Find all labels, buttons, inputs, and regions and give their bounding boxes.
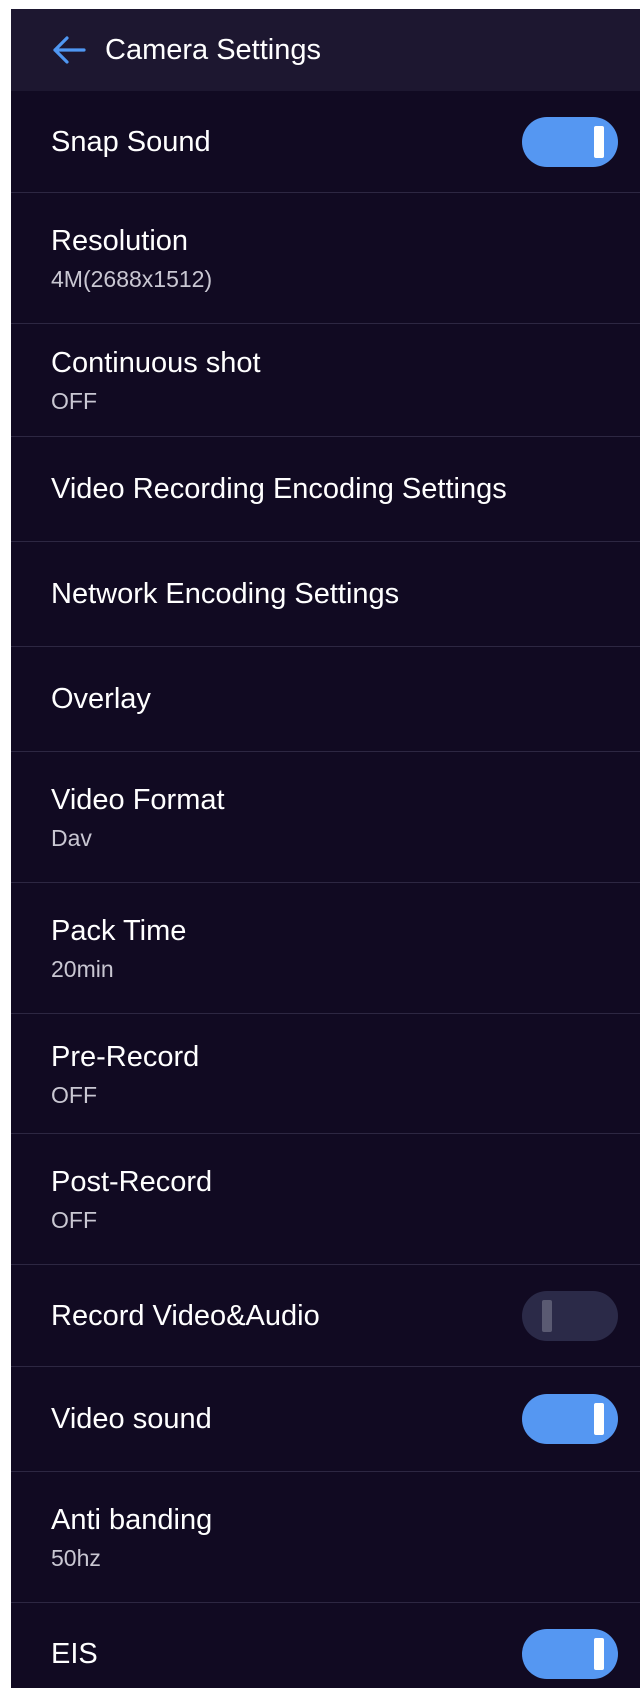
setting-pack-time[interactable]: Pack Time 20min [11, 883, 640, 1014]
setting-value: 20min [51, 956, 114, 982]
setting-label: Pre-Record [51, 1040, 200, 1073]
toggle-knob [594, 1403, 604, 1435]
page-title: Camera Settings [105, 33, 321, 66]
setting-label: Video Recording Encoding Settings [51, 473, 507, 505]
setting-label: Pack Time [51, 915, 187, 947]
setting-network-encoding[interactable]: Network Encoding Settings [11, 542, 640, 647]
setting-value: OFF [51, 388, 97, 414]
setting-value: 50hz [51, 1545, 101, 1571]
setting-label: Resolution [51, 225, 189, 257]
snap-sound-toggle[interactable] [522, 116, 618, 167]
setting-anti-banding[interactable]: Anti banding 50hz [11, 1472, 640, 1603]
setting-label: Continuous shot [51, 347, 261, 379]
setting-video-sound[interactable]: Video sound [11, 1367, 640, 1472]
setting-label: Network Encoding Settings [51, 578, 400, 610]
setting-value: Dav [51, 825, 92, 851]
camera-settings-screen: Camera Settings Snap Sound Resolution 4M… [11, 9, 640, 1688]
header-bar: Camera Settings [11, 9, 640, 91]
arrow-left-icon[interactable] [51, 32, 87, 68]
setting-label: Post-Record [51, 1166, 213, 1198]
setting-value: 4M(2688x1512) [51, 266, 213, 292]
setting-snap-sound[interactable]: Snap Sound [11, 91, 640, 193]
setting-value: OFF [51, 1081, 97, 1108]
setting-pre-record[interactable]: Pre-Record OFF [11, 1014, 640, 1134]
setting-resolution[interactable]: Resolution 4M(2688x1512) [11, 193, 640, 324]
setting-label: Overlay [51, 683, 151, 715]
toggle-knob [594, 125, 604, 158]
eis-toggle[interactable] [522, 1629, 618, 1679]
setting-post-record[interactable]: Post-Record OFF [11, 1134, 640, 1265]
setting-overlay[interactable]: Overlay [11, 647, 640, 752]
setting-label: Anti banding [51, 1504, 213, 1536]
setting-value: OFF [51, 1207, 97, 1233]
setting-label: Video Format [51, 784, 225, 816]
setting-continuous-shot[interactable]: Continuous shot OFF [11, 324, 640, 437]
toggle-knob [594, 1638, 604, 1670]
setting-video-format[interactable]: Video Format Dav [11, 752, 640, 883]
record-video-audio-toggle[interactable] [522, 1290, 618, 1341]
toggle-knob [542, 1299, 552, 1332]
setting-record-video-audio[interactable]: Record Video&Audio [11, 1265, 640, 1367]
video-sound-toggle[interactable] [522, 1394, 618, 1444]
setting-eis[interactable]: EIS [11, 1603, 640, 1688]
setting-video-recording-encoding[interactable]: Video Recording Encoding Settings [11, 437, 640, 542]
